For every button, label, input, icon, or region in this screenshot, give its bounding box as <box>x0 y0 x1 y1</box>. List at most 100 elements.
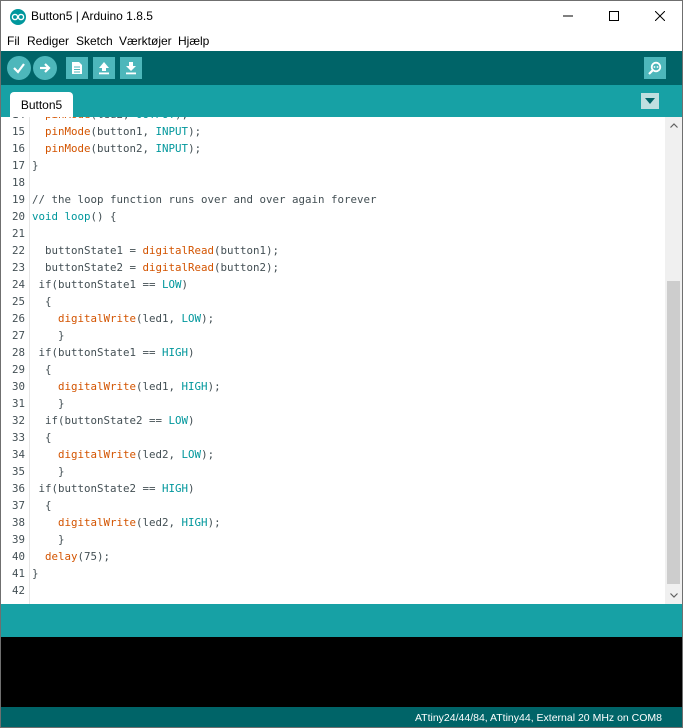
line-number: 26 <box>11 312 25 325</box>
code-line[interactable]: 39 } <box>1 531 665 548</box>
menu-help[interactable]: Hjælp <box>178 34 209 48</box>
scroll-up-button[interactable] <box>665 117 682 134</box>
code-token: () { <box>90 210 117 223</box>
code-token: (button2); <box>214 261 280 274</box>
verify-button[interactable] <box>7 56 31 80</box>
code-line[interactable]: 24 if(buttonState1 == LOW) <box>1 276 665 293</box>
code-line[interactable]: 41} <box>1 565 665 582</box>
code-token: ); <box>207 516 221 529</box>
code-line[interactable]: 31 } <box>1 395 665 412</box>
open-button[interactable] <box>93 57 115 79</box>
code-token: { <box>32 431 52 444</box>
minimize-button[interactable] <box>545 1 591 31</box>
verify-icon <box>13 63 25 74</box>
code-text: if(buttonState2 == LOW) <box>32 412 195 429</box>
serial-monitor-button[interactable] <box>644 57 666 79</box>
minimize-icon <box>563 15 573 17</box>
code-keyword: HIGH <box>181 516 208 529</box>
code-token: { <box>32 295 52 308</box>
code-token: if(buttonState2 == <box>32 414 169 427</box>
scroll-thumb[interactable] <box>667 281 680 584</box>
line-number: 32 <box>11 414 25 427</box>
editor-scrollbar[interactable] <box>665 117 682 604</box>
toolbar <box>0 51 683 85</box>
code-line[interactable]: 35 } <box>1 463 665 480</box>
tab-menu-button[interactable] <box>641 93 659 109</box>
tab-button5[interactable]: Button5 <box>10 92 73 117</box>
code-text: buttonState2 = digitalRead(button2); <box>32 259 279 276</box>
code-text: if(buttonState2 == HIGH) <box>32 480 195 497</box>
code-line[interactable]: 26 digitalWrite(led1, LOW); <box>1 310 665 327</box>
serial-monitor-icon <box>648 61 662 75</box>
code-text: digitalWrite(led1, HIGH); <box>32 378 221 395</box>
upload-button[interactable] <box>33 56 57 80</box>
line-number: 30 <box>11 380 25 393</box>
code-line[interactable]: 40 delay(75); <box>1 548 665 565</box>
code-line[interactable]: 38 digitalWrite(led2, HIGH); <box>1 514 665 531</box>
console-output[interactable] <box>0 637 683 707</box>
code-text: void loop() { <box>32 208 117 225</box>
scroll-down-button[interactable] <box>665 587 682 604</box>
line-number: 21 <box>11 227 25 240</box>
close-icon <box>655 11 665 21</box>
code-token: buttonState2 = <box>32 261 143 274</box>
code-line[interactable]: 18 <box>1 174 665 191</box>
chevron-up-icon <box>669 123 678 128</box>
code-line[interactable]: 16 pinMode(button2, INPUT); <box>1 140 665 157</box>
maximize-button[interactable] <box>591 1 637 31</box>
code-text: } <box>32 157 39 174</box>
code-area[interactable]: 14 pinMode(led2, OUTPUT);15 pinMode(butt… <box>1 117 665 599</box>
code-token: if(buttonState1 == <box>32 346 163 359</box>
maximize-icon <box>609 11 619 21</box>
code-keyword: INPUT <box>155 125 189 138</box>
upload-icon <box>40 63 51 73</box>
code-line[interactable]: 36 if(buttonState2 == HIGH) <box>1 480 665 497</box>
code-editor[interactable]: 14 pinMode(led2, OUTPUT);15 pinMode(butt… <box>0 117 683 604</box>
code-text: delay(75); <box>32 548 110 565</box>
code-line[interactable]: 32 if(buttonState2 == LOW) <box>1 412 665 429</box>
code-line[interactable]: 20 void loop() { <box>1 208 665 225</box>
code-function: delay <box>45 550 78 563</box>
code-line[interactable]: 17} <box>1 157 665 174</box>
code-line[interactable]: 21 <box>1 225 665 242</box>
code-line[interactable]: 30 digitalWrite(led1, HIGH); <box>1 378 665 395</box>
code-line[interactable]: 19 // the loop function runs over and ove… <box>1 191 665 208</box>
menu-file[interactable]: Fil <box>7 34 20 48</box>
line-number: 37 <box>11 499 25 512</box>
code-line[interactable]: 25 { <box>1 293 665 310</box>
code-token: ); <box>175 117 188 121</box>
code-token: (led1, <box>136 380 182 393</box>
code-text: { <box>32 429 52 446</box>
code-token: buttonState1 = <box>32 244 143 257</box>
line-number: 19 <box>11 193 25 206</box>
code-line[interactable]: 37 { <box>1 497 665 514</box>
code-line[interactable]: 27 } <box>1 327 665 344</box>
menu-edit[interactable]: Rediger <box>27 34 69 48</box>
code-line[interactable]: 29 { <box>1 361 665 378</box>
code-keyword: loop <box>64 210 91 223</box>
code-token: (button1); <box>214 244 280 257</box>
menu-tools[interactable]: Værktøjer <box>119 34 172 48</box>
code-line[interactable]: 15 pinMode(button1, INPUT); <box>1 123 665 140</box>
save-button[interactable] <box>120 57 142 79</box>
code-line[interactable]: 33 { <box>1 429 665 446</box>
code-line[interactable]: 42 <box>1 582 665 599</box>
code-keyword: LOW <box>181 312 202 325</box>
menu-sketch[interactable]: Sketch <box>76 34 113 48</box>
code-text: } <box>32 395 65 412</box>
code-line[interactable]: 28 if(buttonState1 == HIGH) <box>1 344 665 361</box>
close-button[interactable] <box>637 1 683 31</box>
code-function: digitalWrite <box>58 516 137 529</box>
code-text: digitalWrite(led2, HIGH); <box>32 514 221 531</box>
code-token: (button1, <box>90 125 156 138</box>
code-token: } <box>32 159 39 172</box>
code-line[interactable]: 22 buttonState1 = digitalRead(button1); <box>1 242 665 259</box>
code-line[interactable]: 23 buttonState2 = digitalRead(button2); <box>1 259 665 276</box>
open-icon <box>99 62 109 75</box>
code-line[interactable]: 34 digitalWrite(led2, LOW); <box>1 446 665 463</box>
line-number: 29 <box>11 363 25 376</box>
code-text: digitalWrite(led2, LOW); <box>32 446 214 463</box>
new-button[interactable] <box>66 57 88 79</box>
code-token: } <box>32 567 39 580</box>
